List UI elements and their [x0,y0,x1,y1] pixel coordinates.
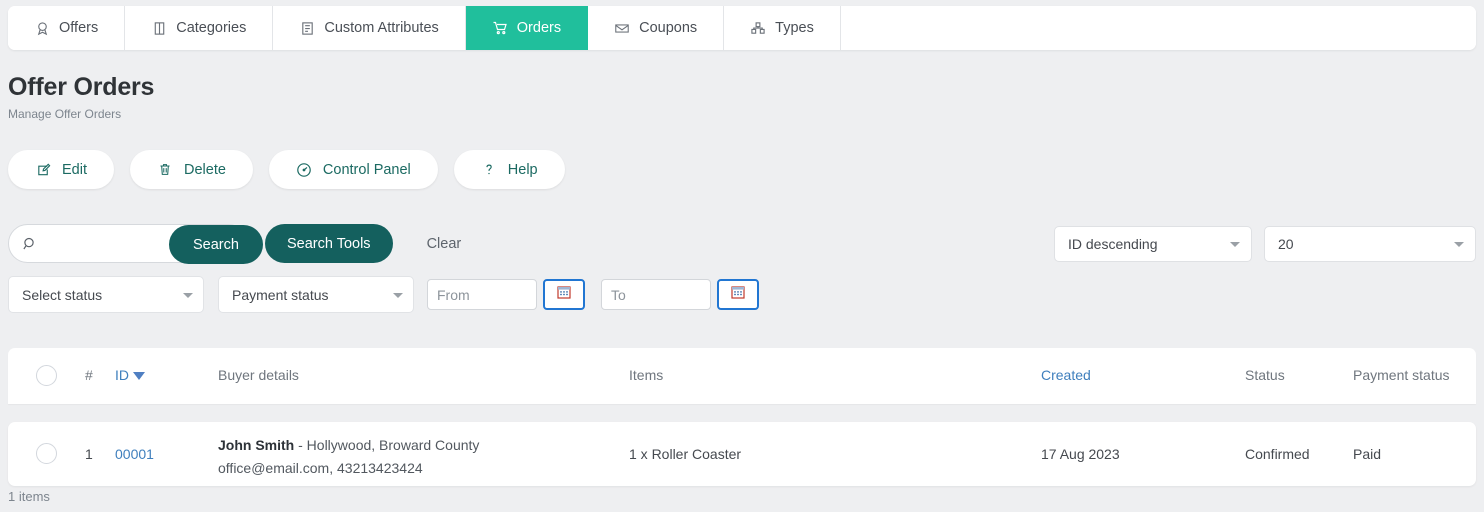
question-icon [481,162,497,178]
attribute-icon [299,20,315,36]
date-from-calendar-button[interactable] [543,279,585,310]
control-panel-button[interactable]: Control Panel [268,150,438,189]
gauge-icon [296,162,312,178]
row-items: 1 x Roller Coaster [629,446,742,462]
chevron-down-icon [183,292,193,298]
buyer-location: - Hollywood, Broward County [294,437,480,453]
book-icon [151,20,167,36]
page-heading: Offer Orders Manage Offer Orders [8,73,154,121]
calendar-icon [730,284,746,305]
row-select-checkbox[interactable] [36,443,57,464]
status-filter-select[interactable]: Select status [8,276,204,313]
column-header-id[interactable]: ID [115,367,145,383]
trash-icon [157,162,173,178]
sort-descending-icon [133,372,145,381]
tab-label: Custom Attributes [324,20,439,36]
action-toolbar: Edit Delete Control Panel Help [8,150,565,189]
per-page-value: 20 [1278,236,1294,252]
chevron-down-icon [1454,242,1464,247]
tab-categories[interactable]: Categories [125,6,274,50]
search-icon [22,236,38,252]
tab-offers[interactable]: Offers [8,6,126,50]
tab-types[interactable]: Types [724,6,841,50]
buyer-name-line: John Smith - Hollywood, Broward County [218,436,479,455]
status-filter-value: Select status [22,286,103,303]
search-field-wrapper: Search [8,224,263,264]
column-header-created[interactable]: Created [1041,367,1091,383]
table-header-row: # ID Buyer details Items Created Status … [8,348,1476,404]
per-page-select[interactable]: 20 [1264,226,1476,262]
page-title: Offer Orders [8,73,155,101]
column-header-index: # [85,367,93,383]
offer-orders-page: Offers Categories Custom Attributes Orde… [0,0,1484,512]
tab-custom-attributes[interactable]: Custom Attributes [273,6,466,50]
tab-label: Orders [516,20,562,36]
tab-bar-filler [840,6,1476,50]
button-label: Edit [62,161,87,178]
tab-coupons[interactable]: Coupons [588,6,725,50]
column-header-items: Items [629,367,664,383]
payment-status-filter-value: Payment status [232,286,329,303]
sort-order-value: ID descending [1068,236,1158,252]
column-header-buyer: Buyer details [218,367,299,383]
button-label: Delete [184,161,226,178]
search-tools-button[interactable]: Search Tools [265,224,393,263]
filter-row: Select status Payment status [8,276,759,313]
payment-status-filter-select[interactable]: Payment status [218,276,414,313]
select-all-checkbox[interactable] [36,365,57,386]
tab-label: Types [775,20,814,36]
coupon-icon [614,20,630,36]
calendar-icon [556,284,572,305]
row-index: 1 [85,446,93,462]
date-to-calendar-button[interactable] [717,279,759,310]
chevron-down-icon [1230,242,1240,247]
tab-orders[interactable]: Orders [465,6,589,50]
listing-controls: ID descending 20 [1054,226,1476,262]
delete-button[interactable]: Delete [130,150,253,189]
sort-order-select[interactable]: ID descending [1054,226,1252,262]
row-buyer-details: John Smith - Hollywood, Broward County o… [218,436,479,478]
search-row: Search Search Tools Clear [8,224,468,264]
buyer-name: John Smith [218,437,295,453]
tab-label: Categories [176,20,247,36]
row-status: Confirmed [1245,446,1310,462]
row-id-link[interactable]: 00001 [115,446,154,462]
search-button[interactable]: Search [169,225,263,264]
help-button[interactable]: Help [453,150,565,189]
types-icon [750,20,766,36]
date-from-input[interactable] [427,279,537,310]
edit-icon [35,162,51,178]
button-label: Control Panel [322,161,411,178]
cart-icon [492,20,508,36]
row-created: 17 Aug 2023 [1041,446,1120,462]
page-subtitle: Manage Offer Orders [8,107,122,121]
chevron-down-icon [393,292,403,298]
column-header-id-label: ID [115,367,129,383]
table-row[interactable]: 1 00001 John Smith - Hollywood, Broward … [8,422,1476,486]
column-header-status: Status [1245,367,1285,383]
award-icon [34,20,50,36]
button-label: Help [507,161,538,178]
results-count: 1 items [8,489,50,504]
edit-button[interactable]: Edit [8,150,114,189]
main-tab-bar: Offers Categories Custom Attributes Orde… [8,6,1476,50]
row-payment-status: Paid [1353,446,1382,462]
buyer-contact: office@email.com, 43213423424 [218,459,423,476]
tab-label: Coupons [639,20,698,36]
column-header-payment-status: Payment status [1353,367,1450,383]
date-to-input[interactable] [601,279,711,310]
clear-button[interactable]: Clear [421,235,468,253]
tab-label: Offers [59,20,99,36]
